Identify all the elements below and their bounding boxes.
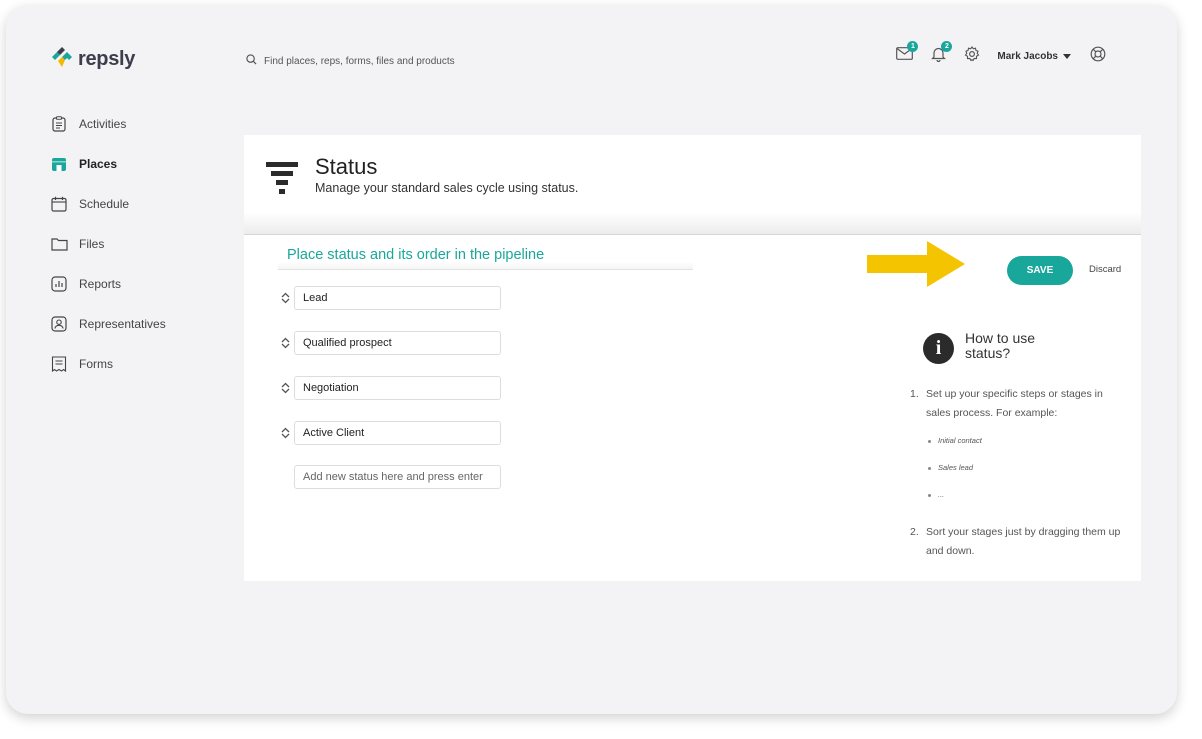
messages-badge: 1 <box>907 41 919 52</box>
page-subtitle: Manage your standard sales cycle using s… <box>315 181 579 195</box>
bar-chart-icon <box>50 275 68 293</box>
caret-down-icon <box>1063 53 1071 59</box>
global-search <box>246 52 524 70</box>
sidebar-nav: Activities Places Schedule Files Reports <box>50 104 166 384</box>
sidebar-item-forms[interactable]: Forms <box>50 344 166 384</box>
card-header: Status Manage your standard sales cycle … <box>244 135 1141 235</box>
header-actions: 1 2 Mark Jacobs <box>895 41 1107 67</box>
status-input[interactable] <box>294 421 501 445</box>
sort-handle-icon[interactable] <box>280 337 290 349</box>
sidebar-item-files[interactable]: Files <box>50 224 166 264</box>
step-number: 2. <box>910 526 919 538</box>
sidebar-item-activities[interactable]: Activities <box>50 104 166 144</box>
info-icon: i <box>923 333 954 364</box>
lifebuoy-icon <box>1090 46 1106 67</box>
logo-mark-icon <box>50 45 74 74</box>
page-title: Status <box>315 154 378 179</box>
help-panel: i How to use status? 1. Set up your spec… <box>910 331 1130 560</box>
save-button[interactable]: SAVE <box>1007 256 1073 285</box>
example-item: Sales lead <box>928 455 1130 482</box>
help-steps: 1. Set up your specific steps or stages … <box>910 385 1130 560</box>
help-title: How to use status? <box>965 330 1036 361</box>
status-settings-card: Status Manage your standard sales cycle … <box>244 135 1141 581</box>
discard-link[interactable]: Discard <box>1089 264 1121 275</box>
gear-icon <box>964 45 980 67</box>
brand-name: repsly <box>78 48 136 70</box>
step-number: 1. <box>910 388 919 400</box>
sidebar-item-schedule[interactable]: Schedule <box>50 184 166 224</box>
sidebar-item-places[interactable]: Places <box>50 144 166 184</box>
store-icon <box>50 155 68 173</box>
settings-button[interactable] <box>963 45 981 67</box>
status-row <box>280 421 501 445</box>
person-badge-icon <box>50 315 68 333</box>
user-name: Mark Jacobs <box>997 50 1058 62</box>
messages-button[interactable]: 1 <box>895 41 919 65</box>
sidebar-item-label: Files <box>79 237 105 251</box>
folder-icon <box>50 235 68 253</box>
help-step: 2. Sort your stages just by dragging the… <box>910 523 1130 560</box>
step-text: Set up your specific steps or stages in … <box>926 388 1103 419</box>
funnel-icon <box>266 162 298 199</box>
status-row <box>280 331 501 355</box>
example-item: Initial contact <box>928 428 1130 455</box>
clipboard-icon <box>50 115 68 133</box>
help-step: 1. Set up your specific steps or stages … <box>910 385 1130 422</box>
add-status-input[interactable] <box>294 465 501 489</box>
sidebar-item-representatives[interactable]: Representatives <box>50 304 166 344</box>
status-input[interactable] <box>294 331 501 355</box>
step-text: Sort your stages just by dragging them u… <box>926 526 1121 557</box>
sidebar-item-label: Reports <box>79 277 122 291</box>
status-row <box>280 286 501 310</box>
sidebar-item-label: Schedule <box>79 197 130 211</box>
notifications-badge: 2 <box>941 41 953 52</box>
app-window: repsly 1 2 Mark Jacobs <box>6 5 1177 714</box>
calendar-icon <box>50 195 68 213</box>
sort-handle-icon[interactable] <box>280 427 290 439</box>
help-header: i How to use status? <box>923 331 1130 364</box>
sidebar-item-label: Representatives <box>79 317 166 331</box>
status-input[interactable] <box>294 376 501 400</box>
sort-handle-icon[interactable] <box>280 382 290 394</box>
search-icon <box>246 52 257 70</box>
example-list: Initial contact Sales lead ... <box>928 428 1130 509</box>
status-row <box>280 376 501 400</box>
section-title: Place status and its order in the pipeli… <box>278 244 693 270</box>
example-item: ... <box>928 482 1130 509</box>
user-menu[interactable]: Mark Jacobs <box>997 51 1071 62</box>
sidebar-item-label: Forms <box>79 357 113 371</box>
add-status-row <box>280 465 501 489</box>
notifications-button[interactable]: 2 <box>929 41 953 65</box>
form-icon <box>50 355 68 373</box>
sidebar-item-label: Activities <box>79 117 127 131</box>
sidebar-item-label: Places <box>79 157 118 171</box>
arrow-right-icon <box>867 241 965 292</box>
help-button[interactable] <box>1089 46 1107 67</box>
status-input[interactable] <box>294 286 501 310</box>
repsly-logo[interactable]: repsly <box>50 45 135 74</box>
search-input[interactable] <box>264 55 524 67</box>
sort-handle-icon[interactable] <box>280 292 290 304</box>
sidebar-item-reports[interactable]: Reports <box>50 264 166 304</box>
